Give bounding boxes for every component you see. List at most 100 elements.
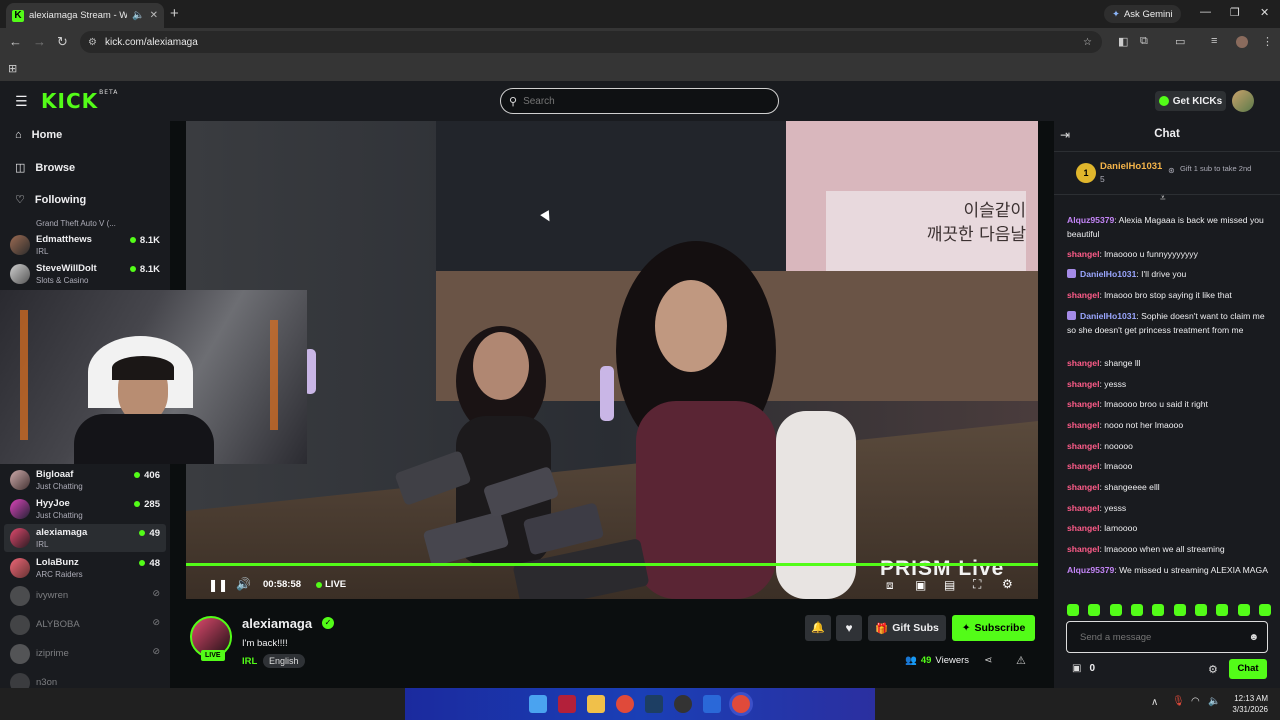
gift-subs-button[interactable]: 🎁 Gift Subs — [868, 615, 946, 641]
pinned-expand-icon[interactable]: ⩡ — [1160, 193, 1166, 204]
emote-icon[interactable] — [1237, 604, 1250, 616]
chat-username[interactable]: shangel — [1067, 503, 1099, 513]
chat-username[interactable]: shangel — [1067, 482, 1099, 492]
channel-lolabunz[interactable]: LolaBunz ARC Raiders 48 — [10, 554, 160, 582]
user-avatar[interactable] — [1232, 90, 1254, 112]
media-control-icon[interactable]: ≡ — [1211, 35, 1217, 47]
get-kicks-button[interactable]: Get KICKs — [1155, 91, 1226, 111]
fullscreen-icon[interactable]: ⛶ — [973, 577, 981, 592]
follow-heart-icon[interactable]: ♥ — [836, 615, 862, 641]
maximize-icon[interactable]: ❐ — [1230, 6, 1240, 19]
chat-username[interactable]: Alquz95379 — [1067, 215, 1114, 225]
search-box[interactable]: ⚲ — [500, 88, 779, 114]
channel-n3on-offline[interactable]: n3on — [10, 673, 160, 688]
browser-tab[interactable]: K alexiamaga Stream - Watch 🔈 ✕ — [6, 3, 164, 28]
search-input[interactable] — [523, 95, 764, 107]
channel-hyyjoe[interactable]: HyyJoe Just Chatting 285 — [10, 495, 160, 523]
volume-icon[interactable]: 🔊 — [236, 577, 251, 591]
extensions-puzzle-icon[interactable]: ⧉ — [1140, 35, 1148, 48]
video-player[interactable]: 이슬같이 깨끗한 다음날 PRISM Live — [186, 121, 1038, 599]
chat-username[interactable]: DanielHo1031 — [1080, 311, 1136, 321]
ask-gemini-button[interactable]: ✦ Ask Gemini — [1104, 5, 1181, 23]
send-chat-button[interactable]: Chat — [1229, 659, 1267, 679]
close-tab-icon[interactable]: ✕ — [150, 10, 158, 21]
chrome-icon[interactable] — [616, 695, 634, 713]
forward-icon[interactable]: → — [33, 34, 46, 49]
language-tag[interactable]: English — [263, 654, 305, 668]
chrome-active-icon[interactable] — [732, 695, 750, 713]
chat-username[interactable]: shangel — [1067, 290, 1099, 300]
chat-username[interactable]: shangel — [1067, 379, 1099, 389]
chat-username[interactable]: shangel — [1067, 441, 1099, 451]
tray-expand-icon[interactable]: ∧ — [1151, 697, 1158, 708]
windows-start-icon[interactable] — [529, 695, 547, 713]
leader-cta[interactable]: Gift 1 sub to take 2nd — [1180, 164, 1270, 173]
points-display[interactable]: ▣ 0 — [1072, 663, 1095, 674]
notification-bell-icon[interactable]: 🔔 — [805, 615, 831, 641]
chat-username[interactable]: shangel — [1067, 249, 1099, 259]
sidebar-item-following[interactable]: ♡ Following — [15, 193, 86, 207]
kick-logo[interactable]: KICKBETA — [41, 89, 118, 113]
emote-icon[interactable] — [1194, 604, 1207, 616]
chat-settings-icon[interactable]: ⚙ — [1208, 663, 1218, 676]
channel-ivywren-offline[interactable]: ivywren ⊘ — [10, 586, 160, 614]
channel-bigloaaf[interactable]: Bigloaaf Just Chatting 406 — [10, 466, 160, 494]
wifi-icon[interactable]: ◠ — [1191, 696, 1200, 707]
file-explorer-icon[interactable] — [587, 695, 605, 713]
chat-input-box[interactable]: ☻ — [1066, 621, 1268, 653]
app-icon[interactable] — [558, 695, 576, 713]
bookmark-star-icon[interactable]: ☆ — [1083, 37, 1092, 48]
emote-icon[interactable] — [1173, 604, 1186, 616]
theater-icon[interactable]: ▣ — [915, 578, 926, 592]
reload-icon[interactable]: ↻ — [57, 34, 68, 50]
subscribe-button[interactable]: ✦ Subscribe — [952, 615, 1035, 641]
site-info-icon[interactable]: ⚙ — [88, 37, 97, 48]
clock[interactable]: 12:13 AM 3/31/2026 — [1228, 693, 1268, 715]
back-icon[interactable]: ← — [9, 34, 22, 49]
minimize-icon[interactable]: — — [1200, 6, 1211, 18]
streamer-name[interactable]: alexiamaga — [242, 616, 312, 631]
channel-edmatthews[interactable]: Edmatthews IRL 8.1K — [10, 231, 160, 259]
emoji-picker-icon[interactable]: ☻ — [1248, 632, 1259, 643]
chat-username[interactable]: shangel — [1067, 358, 1099, 368]
close-window-icon[interactable]: ✕ — [1260, 6, 1269, 19]
pip-icon[interactable]: ▤ — [944, 578, 955, 592]
speaker-icon[interactable]: 🔈 — [1208, 696, 1220, 707]
emote-icon[interactable] — [1109, 604, 1122, 616]
chat-username[interactable]: shangel — [1067, 461, 1099, 471]
channel-alyboba-offline[interactable]: ALYBOBA ⊘ — [10, 615, 160, 643]
emote-icon[interactable] — [1130, 604, 1143, 616]
report-warning-icon[interactable]: ⚠ — [1016, 654, 1026, 667]
video-progress-bar[interactable] — [186, 563, 1038, 566]
clip-icon[interactable]: ⧈ — [886, 578, 894, 593]
chat-username[interactable]: shangel — [1067, 399, 1099, 409]
extension-badge-icon[interactable]: ◧ — [1118, 35, 1128, 48]
channel-iziprime-offline[interactable]: iziprime ⊘ — [10, 644, 160, 672]
chat-username[interactable]: shangel — [1067, 523, 1099, 533]
emote-icon[interactable] — [1067, 604, 1079, 616]
chat-input[interactable] — [1080, 631, 1240, 643]
emote-icon[interactable] — [1216, 604, 1229, 616]
profile-avatar-icon[interactable] — [1236, 36, 1248, 48]
chat-username[interactable]: DanielHo1031 — [1080, 269, 1136, 279]
settings-gear-icon[interactable]: ⚙ — [1002, 577, 1013, 591]
category-link[interactable]: IRL — [242, 656, 257, 667]
emote-icon[interactable] — [1152, 604, 1165, 616]
chat-username[interactable]: shangel — [1067, 544, 1099, 554]
cast-icon[interactable]: ▭ — [1175, 35, 1185, 48]
chat-username[interactable]: shangel — [1067, 420, 1099, 430]
steam-icon[interactable] — [645, 695, 663, 713]
share-icon[interactable]: ⋖ — [984, 655, 992, 666]
live-indicator[interactable]: LIVE — [316, 579, 346, 590]
new-tab-button[interactable]: + — [170, 5, 179, 22]
sidebar-item-home[interactable]: ⌂ Home — [15, 129, 62, 141]
security-shield-icon[interactable] — [703, 695, 721, 713]
sidebar-item-browse[interactable]: ◫ Browse — [15, 161, 75, 175]
channel-alexiamaga-active[interactable]: alexiamaga IRL 49 — [4, 524, 166, 552]
leader-name[interactable]: DanielHo1031 — [1100, 161, 1162, 172]
menu-kebab-icon[interactable]: ⋮ — [1262, 35, 1273, 48]
address-bar[interactable]: ⚙ kick.com/alexiamaga ☆ — [80, 31, 1102, 53]
obs-icon[interactable] — [674, 695, 692, 713]
emote-icon[interactable] — [1088, 604, 1101, 616]
emote-icon[interactable] — [1258, 604, 1271, 616]
